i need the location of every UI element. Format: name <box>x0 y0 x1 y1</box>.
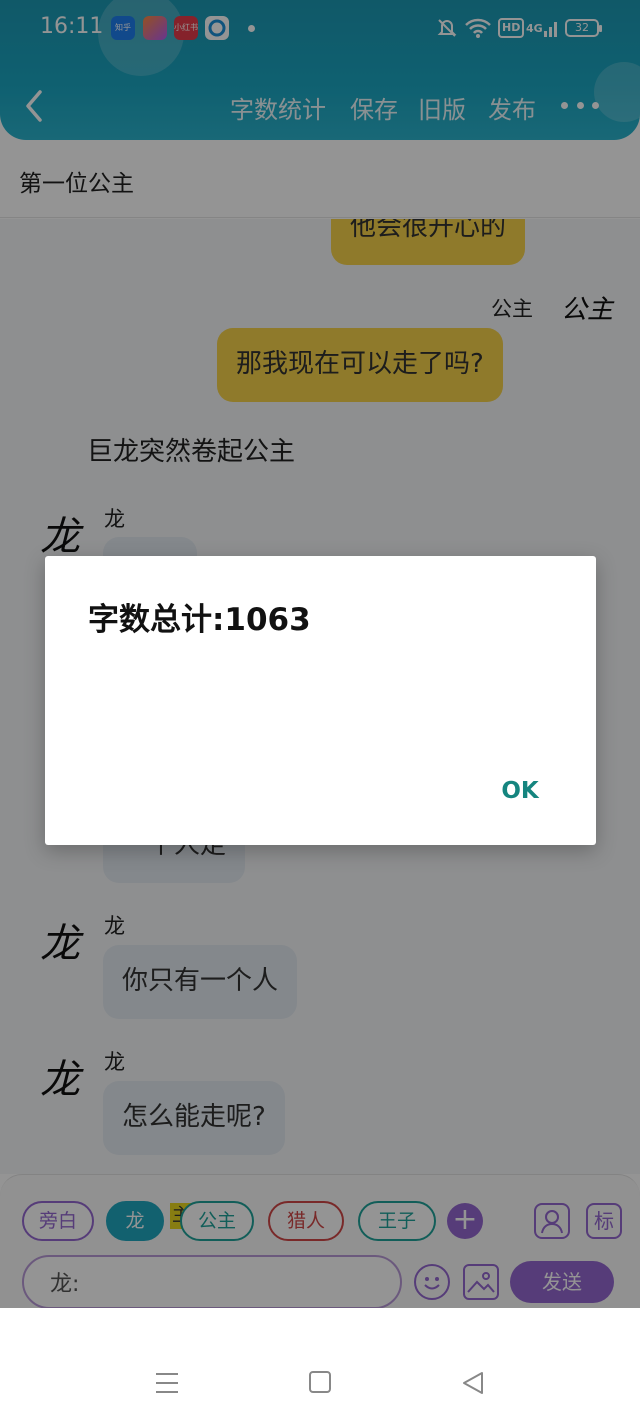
recent-apps-button[interactable] <box>154 1372 180 1394</box>
back-nav-button[interactable] <box>460 1370 486 1396</box>
home-button[interactable] <box>309 1371 331 1393</box>
triangle-back-icon <box>463 1372 483 1394</box>
menu-lines-icon <box>156 1373 178 1393</box>
dialog-title: 字数总计:1063 <box>88 602 311 638</box>
system-nav-bar <box>0 1308 640 1422</box>
ok-button[interactable]: OK <box>485 770 555 812</box>
word-count-dialog: 字数总计:1063 OK <box>45 556 596 845</box>
